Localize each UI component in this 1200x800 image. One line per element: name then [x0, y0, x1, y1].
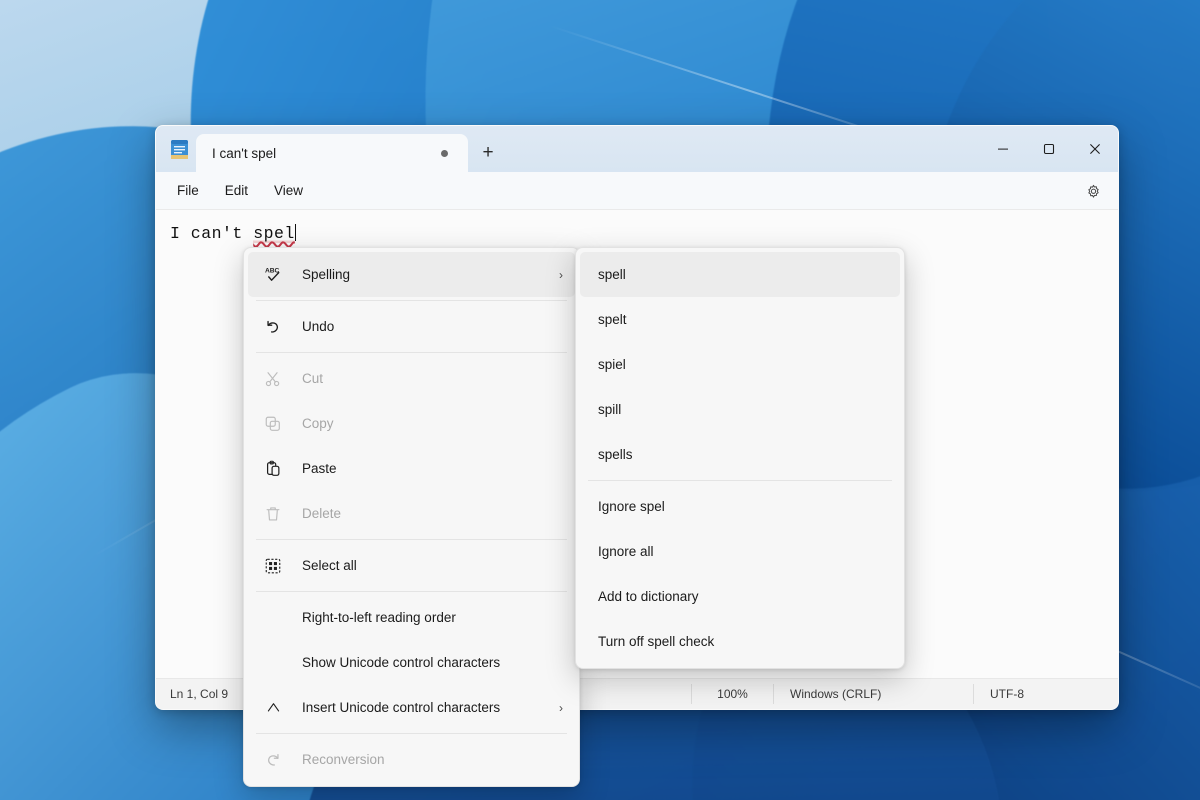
context-menu-item-reconversion: Reconversion: [248, 737, 575, 782]
misspelled-word[interactable]: spel: [253, 224, 295, 243]
menu-separator: [256, 352, 567, 353]
context-menu-item-spelling[interactable]: ABC Spelling ›: [248, 252, 575, 297]
document-text-line: I can't spel: [170, 224, 1118, 243]
context-menu-item-label: Show Unicode control characters: [302, 655, 501, 670]
context-menu-item-label: Undo: [302, 319, 335, 334]
desktop-wallpaper: I can't spel + File Edit View I can't sp…: [0, 0, 1200, 800]
undo-icon: [258, 318, 288, 336]
context-menu-item-label: Right-to-left reading order: [302, 610, 456, 625]
menu-separator: [256, 300, 567, 301]
document-tab[interactable]: I can't spel: [196, 134, 468, 172]
context-menu-item-copy: Copy: [248, 401, 575, 446]
clipboard-icon: [258, 460, 288, 478]
context-menu-item-label: Reconversion: [302, 752, 385, 767]
context-menu-item-undo[interactable]: Undo: [248, 304, 575, 349]
context-menu-item-cut: Cut: [248, 356, 575, 401]
maximize-button[interactable]: [1026, 126, 1072, 172]
context-menu: ABC Spelling › Undo Cut Copy Paste Delet…: [243, 247, 580, 787]
menubar-item-view[interactable]: View: [261, 178, 316, 203]
context-menu-item-rtl-reading-order[interactable]: Right-to-left reading order: [248, 595, 575, 640]
suggestion-label: spells: [598, 447, 633, 462]
menubar-item-edit[interactable]: Edit: [212, 178, 261, 203]
suggestion-item-spells[interactable]: spells: [580, 432, 900, 477]
spelling-action-label: Ignore all: [598, 544, 654, 559]
tab-title: I can't spel: [212, 145, 277, 161]
suggestion-label: spelt: [598, 312, 627, 327]
context-menu-item-label: Copy: [302, 416, 334, 431]
suggestion-item-spill[interactable]: spill: [580, 387, 900, 432]
chevron-right-icon: ›: [559, 267, 563, 282]
context-menu-item-insert-unicode-control-characters[interactable]: Insert Unicode control characters ›: [248, 685, 575, 730]
suggestion-item-spelt[interactable]: spelt: [580, 297, 900, 342]
trash-icon: [258, 505, 288, 523]
minimize-button[interactable]: [980, 126, 1026, 172]
suggestion-label: spiel: [598, 357, 626, 372]
chevron-right-icon: ›: [559, 700, 563, 715]
copy-icon: [258, 415, 288, 433]
suggestion-label: spill: [598, 402, 622, 417]
menu-separator: [256, 591, 567, 592]
context-menu-item-show-unicode-control-characters[interactable]: Show Unicode control characters: [248, 640, 575, 685]
spelling-action-add-to-dictionary[interactable]: Add to dictionary: [580, 574, 900, 619]
context-menu-item-select-all[interactable]: Select all: [248, 543, 575, 588]
menu-separator: [256, 733, 567, 734]
spelling-action-turn-off-spell-check[interactable]: Turn off spell check: [580, 619, 900, 664]
context-menu-item-label: Delete: [302, 506, 342, 521]
new-tab-button[interactable]: +: [468, 134, 508, 172]
spelling-action-label: Ignore spel: [598, 499, 665, 514]
status-zoom-level[interactable]: 100%: [691, 684, 773, 704]
context-menu-item-label: Select all: [302, 558, 357, 573]
spelling-action-label: Add to dictionary: [598, 589, 699, 604]
notepad-icon: [162, 126, 196, 172]
menu-separator: [256, 539, 567, 540]
menubar-item-file[interactable]: File: [164, 178, 212, 203]
gear-icon[interactable]: [1080, 179, 1106, 205]
context-menu-item-paste[interactable]: Paste: [248, 446, 575, 491]
spelling-action-ignore-all[interactable]: Ignore all: [580, 529, 900, 574]
document-text-prefix: I can't: [170, 224, 254, 243]
suggestion-item-spell[interactable]: spell: [580, 252, 900, 297]
reconvert-icon: [258, 751, 288, 769]
context-menu-item-label: Spelling: [302, 267, 351, 282]
context-menu-item-label: Insert Unicode control characters: [302, 700, 501, 715]
suggestion-label: spell: [598, 267, 626, 282]
spelling-action-ignore-spel[interactable]: Ignore spel: [580, 484, 900, 529]
tab-modified-indicator[interactable]: [441, 149, 448, 157]
caret-up-icon: [258, 699, 288, 716]
menu-separator: [588, 480, 892, 481]
scissors-icon: [258, 370, 288, 388]
title-bar[interactable]: I can't spel +: [156, 126, 1118, 172]
spelling-submenu: spell spelt spiel spill spells Ignore sp…: [575, 247, 905, 669]
context-menu-item-label: Paste: [302, 461, 337, 476]
spellcheck-icon: ABC: [258, 265, 288, 284]
context-menu-item-delete: Delete: [248, 491, 575, 536]
context-menu-item-label: Cut: [302, 371, 324, 386]
suggestion-item-spiel[interactable]: spiel: [580, 342, 900, 387]
select-all-icon: [258, 557, 288, 575]
status-line-ending[interactable]: Windows (CRLF): [773, 684, 973, 704]
status-encoding[interactable]: UTF-8: [973, 684, 1093, 704]
menu-bar: File Edit View: [156, 172, 1118, 210]
window-controls: [980, 126, 1118, 172]
close-button[interactable]: [1072, 126, 1118, 172]
spelling-action-label: Turn off spell check: [598, 634, 715, 649]
